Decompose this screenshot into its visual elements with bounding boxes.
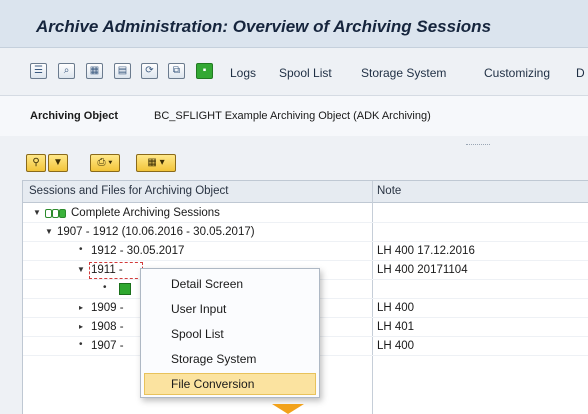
- document-icon[interactable]: ▤: [114, 63, 131, 79]
- column-header-note[interactable]: Note: [377, 185, 401, 197]
- tree-row[interactable]: • 1912 - 30.05.2017 LH 400 17.12.2016: [23, 242, 588, 261]
- grid-header: Sessions and Files for Archiving Object …: [23, 181, 588, 203]
- display-icon[interactable]: ☰: [30, 63, 47, 79]
- window-title: Archive Administration: Overview of Arch…: [36, 17, 492, 36]
- tree-row[interactable]: ▼ Complete Archiving Sessions: [23, 204, 588, 223]
- expand-arrow-icon[interactable]: ▼: [33, 208, 41, 217]
- archive-file-icon: [119, 283, 131, 295]
- export-icon[interactable]: ▦ ▾: [136, 154, 176, 172]
- menu-item-spool-list[interactable]: Spool List: [171, 327, 224, 341]
- tree-node-label: 1908 -: [91, 321, 124, 333]
- print-icon[interactable]: ⎙ ▾: [90, 154, 120, 172]
- logs-button[interactable]: Logs: [230, 66, 256, 80]
- alv-toolbar: ⚲ ▼ ⎙ ▾ ▦ ▾: [22, 150, 192, 176]
- menu-item-storage-system[interactable]: Storage System: [171, 352, 256, 366]
- note-cell: LH 400: [377, 302, 415, 314]
- note-cell: LH 400: [377, 340, 415, 352]
- hint-arrow-icon: [272, 404, 304, 414]
- tree-node-label: Complete Archiving Sessions: [71, 207, 220, 219]
- tree-node-label: 1907 -: [91, 340, 124, 352]
- tree-node-label: 1912 - 30.05.2017: [91, 245, 185, 257]
- zoom-icon[interactable]: ⌕: [58, 63, 75, 79]
- table-icon[interactable]: ▦: [86, 63, 103, 79]
- collapse-arrow-icon[interactable]: ▸: [79, 303, 83, 312]
- note-cell: LH 401: [377, 321, 415, 333]
- application-toolbar: ☰ ⌕ ▦ ▤ ⟳ ⧉ ▪ Logs Spool List Storage Sy…: [0, 48, 588, 96]
- storage-system-button[interactable]: Storage System: [361, 66, 446, 80]
- more-button[interactable]: D: [576, 66, 585, 80]
- title-bar: Archive Administration: Overview of Arch…: [0, 0, 588, 48]
- bullet-icon: •: [79, 339, 83, 350]
- column-header-sessions[interactable]: Sessions and Files for Archiving Object: [29, 185, 228, 197]
- binoculars-icon[interactable]: ⚲: [26, 154, 46, 172]
- expand-arrow-icon[interactable]: ▼: [77, 265, 85, 274]
- note-cell: LH 400 17.12.2016: [377, 245, 475, 257]
- archive-session-status-icon: [45, 209, 67, 219]
- splitter-handle[interactable]: [466, 144, 490, 146]
- tree-row[interactable]: ▼ 1907 - 1912 (10.06.2016 - 30.05.2017): [23, 223, 588, 242]
- tree-node-label: 1909 -: [91, 302, 124, 314]
- execute-icon[interactable]: ▪: [196, 63, 213, 79]
- archiving-object-value: BC_SFLIGHT Example Archiving Object (ADK…: [154, 110, 431, 122]
- copy-icon[interactable]: ⧉: [168, 63, 185, 79]
- bullet-icon: •: [79, 244, 83, 255]
- menu-item-detail-screen[interactable]: Detail Screen: [171, 277, 243, 291]
- customizing-button[interactable]: Customizing: [484, 66, 550, 80]
- menu-item-user-input[interactable]: User Input: [171, 302, 226, 316]
- refresh-icon[interactable]: ⟳: [141, 63, 158, 79]
- tree-node-label: 1907 - 1912 (10.06.2016 - 30.05.2017): [57, 226, 255, 238]
- expand-arrow-icon[interactable]: ▼: [45, 227, 53, 236]
- filter-icon[interactable]: ▼: [48, 154, 68, 172]
- note-cell: LH 400 20171104: [377, 264, 468, 276]
- archiving-object-label: Archiving Object: [30, 110, 119, 122]
- tree-node-label: 1911 -: [91, 264, 123, 276]
- menu-item-file-conversion[interactable]: File Conversion: [171, 377, 254, 391]
- spool-list-button[interactable]: Spool List: [279, 66, 332, 80]
- collapse-arrow-icon[interactable]: ▸: [79, 322, 83, 331]
- archiving-object-row: Archiving Object BC_SFLIGHT Example Arch…: [0, 96, 588, 136]
- context-menu: Detail Screen User Input Spool List Stor…: [140, 268, 320, 398]
- bullet-icon: •: [103, 282, 107, 293]
